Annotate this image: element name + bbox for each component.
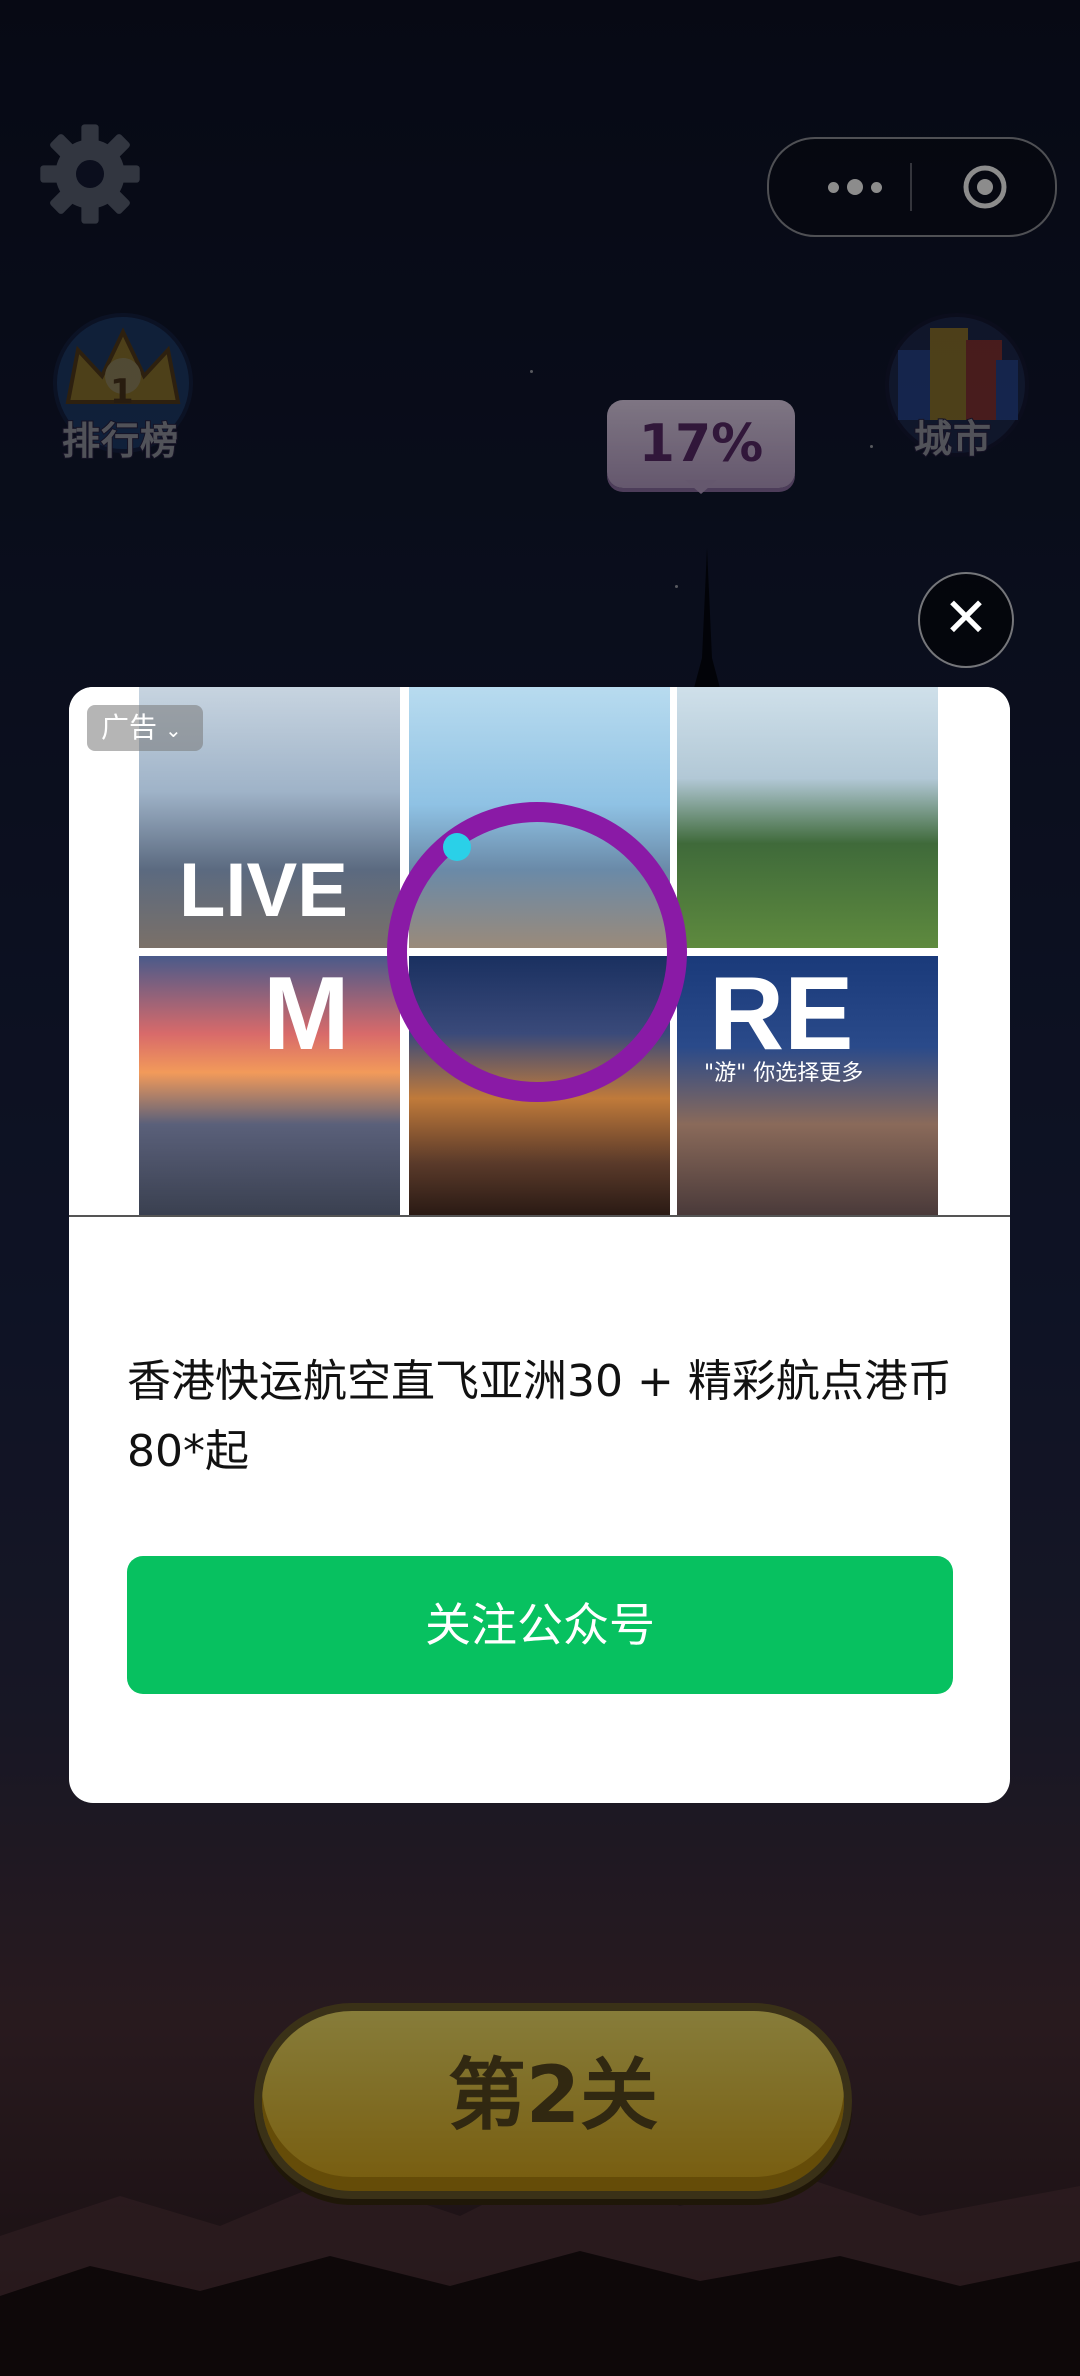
follow-account-button[interactable]: 关注公众号 <box>127 1556 953 1694</box>
ad-slogan: "游" 你选择更多 <box>704 1061 864 1086</box>
chevron-down-icon: ⌄ <box>165 718 182 742</box>
ad-card: LIVE M RE "游" 你选择更多 广告 ⌄ 香港快运航空直飞亚洲30 + 精… <box>69 687 1010 1803</box>
photo-islands <box>677 687 938 948</box>
ad-word-m: M <box>263 956 350 1072</box>
purple-ring-logo <box>387 802 687 1102</box>
ad-tag-label: 广告 <box>101 711 158 744</box>
ad-tag[interactable]: 广告 ⌄ <box>87 705 203 751</box>
ad-headline[interactable]: 香港快运航空直飞亚洲30 + 精彩航点港币80*起 <box>127 1347 957 1487</box>
close-icon[interactable]: ✕ <box>918 572 1014 668</box>
ad-image[interactable]: LIVE M RE "游" 你选择更多 广告 ⌄ <box>69 687 1010 1217</box>
ad-word-live: LIVE <box>179 848 348 933</box>
